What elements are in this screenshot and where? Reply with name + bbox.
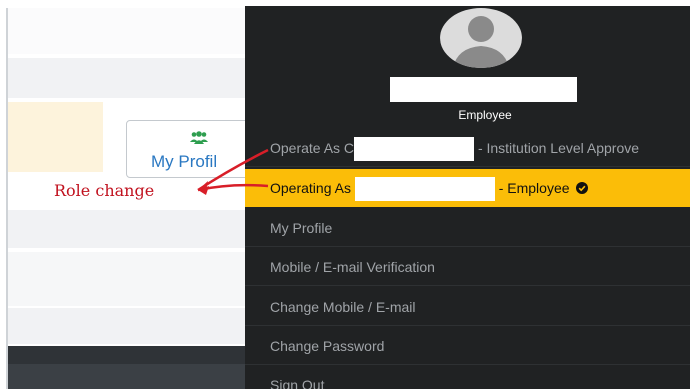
role-change-annotation: Role change (50, 178, 159, 204)
avatar-icon (440, 8, 522, 68)
user-role-caption: Employee (458, 108, 512, 122)
menu-item-mobile-email-verification[interactable]: Mobile / E-mail Verification (245, 248, 690, 286)
info-card (8, 102, 103, 172)
redacted-organization (354, 177, 495, 202)
user-dropdown-menu: Employee Operate As C - Institution Leve… (245, 0, 690, 389)
users-icon (189, 131, 209, 145)
menu-item-sign-out[interactable]: Sign Out (245, 366, 690, 389)
page-band (8, 308, 245, 344)
page-divider (6, 8, 8, 389)
check-circle-icon (576, 170, 589, 194)
panel-top-edge (245, 0, 690, 6)
redacted-user-name (390, 77, 577, 102)
menu-item-my-profile[interactable]: My Profile (245, 209, 690, 247)
operate-as-suffix: - Institution Level Approve (477, 140, 640, 156)
menu-item-change-mobile-email[interactable]: Change Mobile / E-mail (245, 288, 690, 326)
menu-item-operate-as[interactable]: Operate As C - Institution Level Approve (245, 129, 690, 167)
page-band (8, 252, 245, 306)
menu-item-change-password[interactable]: Change Password (245, 327, 690, 365)
page-footer-bar (8, 364, 245, 389)
user-avatar[interactable] (440, 8, 522, 68)
operating-as-prefix: Operating As (270, 180, 351, 196)
menu-item-operating-as[interactable]: Operating As - Employee (245, 169, 690, 207)
my-profile-card-label: My Profil (151, 152, 218, 171)
page-band (8, 210, 245, 248)
my-profile-card[interactable]: My Profil (126, 120, 258, 178)
operating-as-suffix: - Employee (498, 180, 570, 196)
operate-as-prefix: Operate As C (270, 140, 355, 156)
redacted-organization (354, 137, 475, 162)
page-band (8, 58, 245, 98)
page-header-band (8, 8, 245, 54)
